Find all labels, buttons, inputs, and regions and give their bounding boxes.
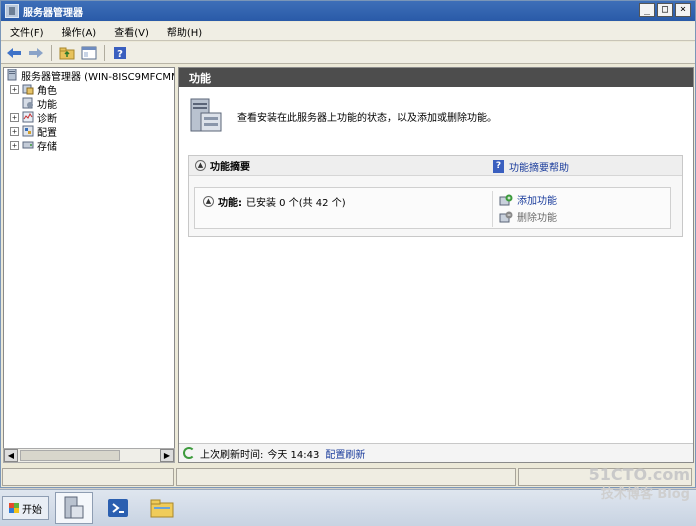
menu-file[interactable]: 文件(F) <box>1 24 53 39</box>
remove-features-icon <box>499 211 513 223</box>
start-button[interactable]: 开始 <box>2 496 49 520</box>
start-label: 开始 <box>22 504 42 516</box>
toolbar-separator <box>51 44 52 61</box>
toolbar: ? <box>1 42 695 64</box>
expand-icon[interactable]: + <box>10 126 19 136</box>
roles-icon <box>22 83 34 95</box>
folder-icon <box>150 499 174 518</box>
features-content-pane: 功能 查看安装在此服务器上功能的状态，以及添加或删除功能。 ▲ 功能摘要 ? 功… <box>178 67 694 463</box>
restore-button[interactable]: □ <box>657 3 673 17</box>
scroll-right-icon[interactable]: ▶ <box>160 449 174 462</box>
close-button[interactable]: × <box>675 3 691 17</box>
tree-item-label: 诊断 <box>37 113 57 125</box>
title-bar[interactable]: 服务器管理器 _ □ × <box>1 1 695 21</box>
taskbar-server-manager[interactable] <box>55 492 93 524</box>
collapse-chevron-icon[interactable]: ▲ <box>203 196 214 207</box>
tree-item-roles[interactable]: + 角色 <box>4 82 174 97</box>
up-folder-icon[interactable] <box>58 45 76 61</box>
forward-arrow-icon[interactable] <box>27 45 45 61</box>
status-cell <box>176 468 516 486</box>
help-icon[interactable]: ? <box>111 45 129 61</box>
features-summary-section: ▲ 功能摘要 ? 功能摘要帮助 ▲ 功能: 已安装 0 个(共 42 个) 添加… <box>188 155 683 237</box>
window-controls: _ □ × <box>639 3 691 17</box>
window-title: 服务器管理器 <box>23 7 83 19</box>
server-manager-icon <box>6 68 18 81</box>
diagnostics-icon <box>22 111 34 123</box>
last-refresh-label: 上次刷新时间: <box>200 449 264 461</box>
server-manager-window: 服务器管理器 _ □ × 文件(F) 操作(A) 查看(V) 帮助(H) ? 服… <box>0 0 696 488</box>
minimize-button[interactable]: _ <box>639 3 655 17</box>
server-manager-icon <box>64 496 84 519</box>
add-features-label: 添加功能 <box>517 196 557 207</box>
expand-icon[interactable]: + <box>10 112 19 122</box>
tree-root[interactable]: 服务器管理器 (WIN-8ISC9MFCMM <box>4 68 175 83</box>
summary-header[interactable]: ▲ 功能摘要 ? 功能摘要帮助 <box>189 156 682 176</box>
status-cell <box>2 468 174 486</box>
watermark-line1: 51CTO.com <box>588 465 690 484</box>
watermark: 51CTO.com 技术博客 Blog <box>550 465 690 525</box>
taskbar-powershell[interactable] <box>99 492 137 524</box>
show-hide-tree-icon[interactable] <box>80 45 98 61</box>
svg-text:?: ? <box>117 49 123 60</box>
tree-item-label: 角色 <box>37 85 57 97</box>
add-features-icon <box>499 194 513 206</box>
add-features-link[interactable]: 添加功能 <box>499 191 557 208</box>
taskbar-explorer[interactable] <box>143 492 181 524</box>
windows-logo-icon <box>9 503 19 513</box>
tree-item-diagnostics[interactable]: + 诊断 <box>4 110 174 125</box>
remove-features-label: 删除功能 <box>517 213 557 224</box>
configure-refresh-link[interactable]: 配置刷新 <box>325 446 365 461</box>
expand-icon[interactable]: + <box>10 140 19 150</box>
help-link-label: 功能摘要帮助 <box>509 163 569 174</box>
features-icon <box>22 97 34 109</box>
menu-view[interactable]: 查看(V) <box>105 24 158 39</box>
tree-item-storage[interactable]: + 存储 <box>4 138 174 153</box>
powershell-icon <box>108 499 128 517</box>
last-refresh-value: 今天 14:43 <box>267 449 320 461</box>
menu-action[interactable]: 操作(A) <box>53 24 106 39</box>
expand-icon[interactable]: + <box>10 84 19 94</box>
features-server-icon <box>189 97 223 135</box>
menu-help[interactable]: 帮助(H) <box>158 24 211 39</box>
tree-item-label: 存储 <box>37 141 57 153</box>
remove-features-link[interactable]: 删除功能 <box>499 208 557 225</box>
features-count-value: 已安装 0 个(共 42 个) <box>246 198 346 209</box>
features-summary-help-link[interactable]: ? 功能摘要帮助 <box>493 159 569 174</box>
intro-section: 查看安装在此服务器上功能的状态，以及添加或删除功能。 <box>189 96 679 136</box>
collapse-chevron-icon[interactable]: ▲ <box>195 160 206 171</box>
back-arrow-icon[interactable] <box>5 45 23 61</box>
tree-item-label: 配置 <box>37 127 57 139</box>
features-detail-box: ▲ 功能: 已安装 0 个(共 42 个) 添加功能 删除功能 <box>194 187 671 229</box>
tree-item-features[interactable]: 功能 <box>4 96 174 111</box>
features-actions: 添加功能 删除功能 <box>492 191 557 227</box>
toolbar-separator <box>104 44 105 61</box>
refresh-icon[interactable] <box>183 447 195 459</box>
refresh-status-bar: 上次刷新时间: 今天 14:43 配置刷新 <box>179 443 693 462</box>
console-tree: 服务器管理器 (WIN-8ISC9MFCMM + 角色 功能 + 诊断 + 配置… <box>3 67 175 463</box>
scroll-left-icon[interactable]: ◀ <box>4 449 18 462</box>
features-count-row: ▲ 功能: 已安装 0 个(共 42 个) <box>203 194 346 209</box>
features-label: 功能: <box>218 198 242 209</box>
tree-horizontal-scrollbar[interactable]: ◀ ▶ <box>3 448 175 463</box>
scrollbar-thumb[interactable] <box>20 450 120 461</box>
configuration-icon <box>22 125 34 137</box>
storage-icon <box>22 139 34 151</box>
intro-text: 查看安装在此服务器上功能的状态，以及添加或删除功能。 <box>237 112 497 124</box>
tree-item-label: 功能 <box>37 99 57 111</box>
tree-item-configuration[interactable]: + 配置 <box>4 124 174 139</box>
help-icon: ? <box>493 160 504 173</box>
watermark-line2: 技术博客 Blog <box>600 487 690 502</box>
menu-bar: 文件(F) 操作(A) 查看(V) 帮助(H) <box>1 22 695 41</box>
page-title: 功能 <box>179 68 693 87</box>
tree-root-label: 服务器管理器 (WIN-8ISC9MFCMM <box>21 71 175 83</box>
summary-title: 功能摘要 <box>210 162 250 173</box>
server-manager-icon <box>5 4 19 18</box>
